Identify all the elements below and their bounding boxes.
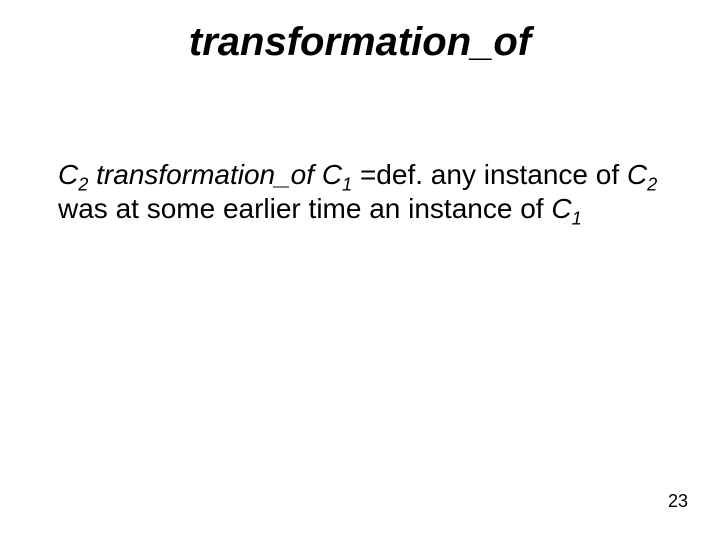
- var-c1: C1: [322, 159, 352, 190]
- text-segment: was at some earlier time an instance of: [58, 193, 551, 224]
- definition-text: C2 transformation_of C1 =def. any instan…: [58, 158, 668, 225]
- var-c1: C1: [551, 193, 581, 224]
- page-number: 23: [668, 491, 688, 512]
- relation-name: transformation_of: [88, 159, 321, 190]
- var-c2: C2: [627, 159, 657, 190]
- eq-def: =def.: [352, 159, 423, 190]
- slide: transformation_of C2 transformation_of C…: [0, 0, 720, 540]
- slide-title: transformation_of: [0, 20, 720, 65]
- text-segment: any instance of: [423, 159, 627, 190]
- var-c2: C2: [58, 159, 88, 190]
